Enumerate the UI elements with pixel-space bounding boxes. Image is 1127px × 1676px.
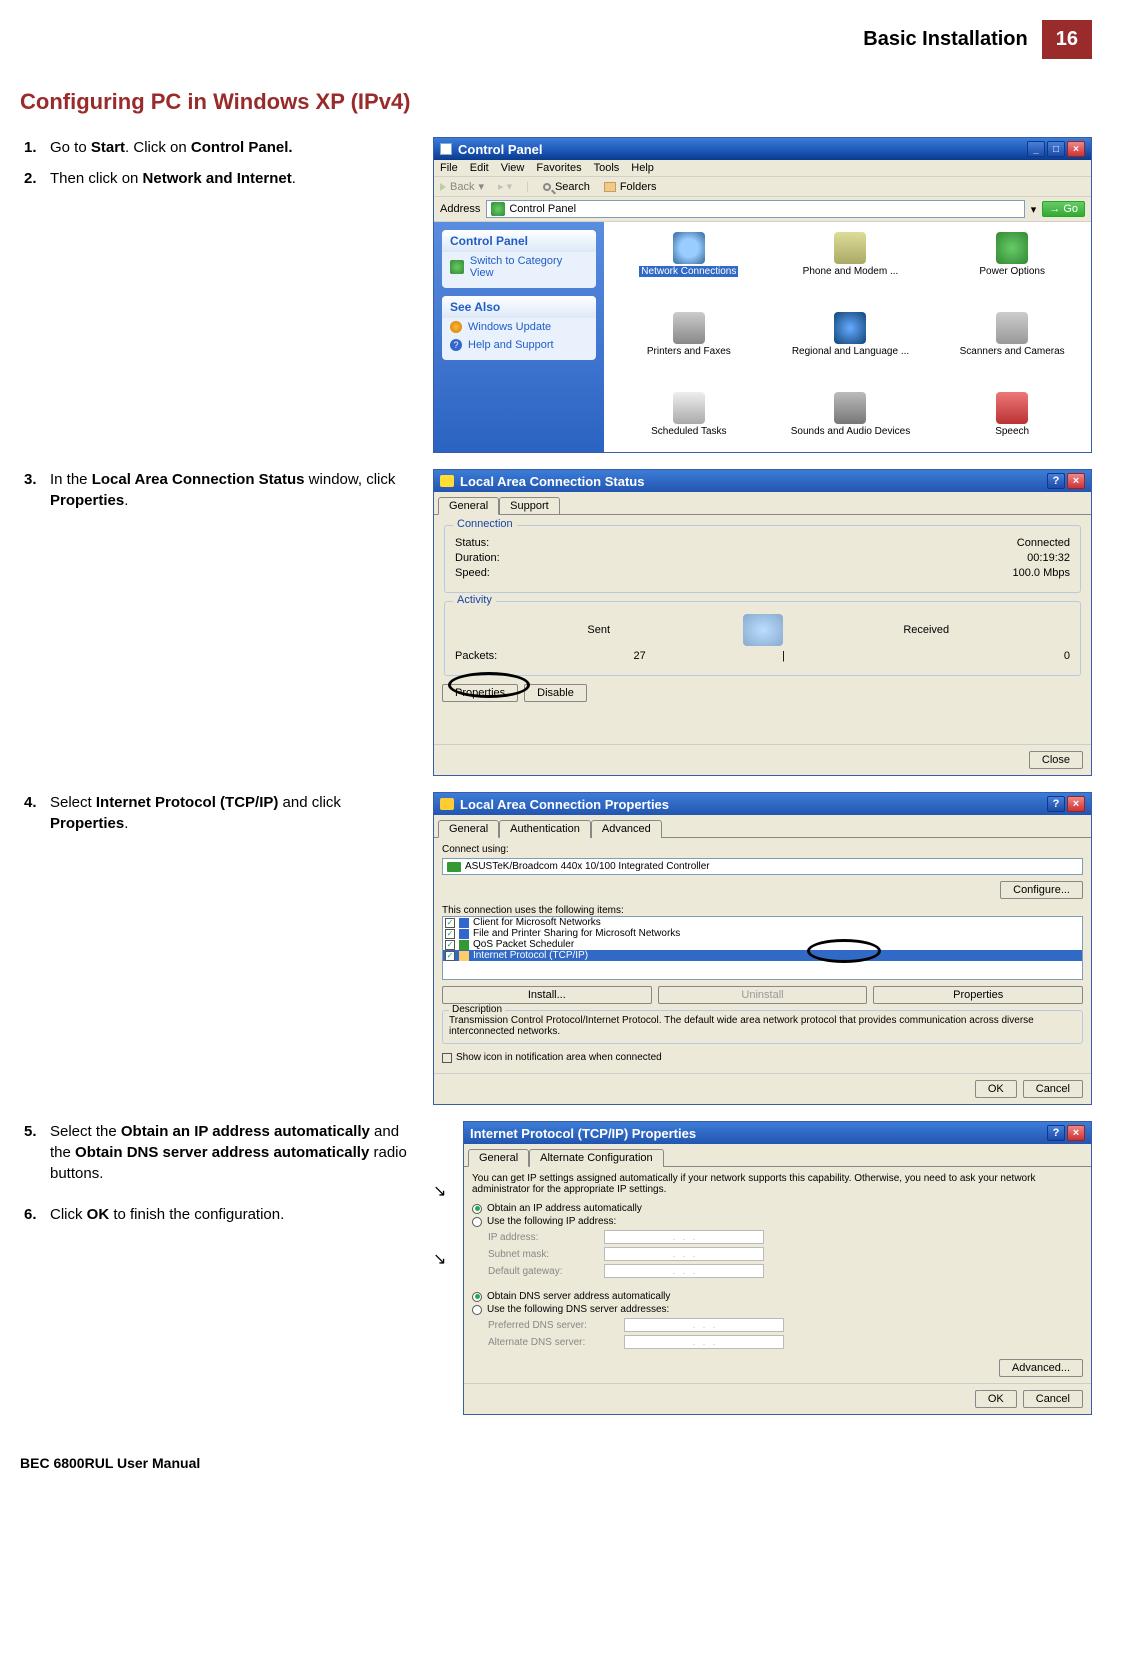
address-bar[interactable]: Address Control Panel ▾ → Go [434,197,1091,222]
maximize-icon[interactable]: □ [1047,141,1065,157]
cancel-button[interactable]: Cancel [1023,1080,1083,1098]
scheduled-tasks-icon[interactable]: Scheduled Tasks [610,392,768,468]
speech-icon[interactable]: Speech [933,392,1091,468]
components-list[interactable]: ✓Client for Microsoft Networks ✓File and… [442,916,1083,980]
search-icon [543,183,551,191]
page-header: Basic Installation 16 [20,20,1092,59]
uninstall-button[interactable]: Uninstall [658,986,868,1004]
phone-modem-icon[interactable]: Phone and Modem ... [772,232,930,308]
use-dns-radio[interactable]: Use the following DNS server addresses: [472,1304,1083,1315]
tab-general[interactable]: General [468,1149,529,1167]
help-icon: ? [450,339,462,351]
search-button: Search [543,181,590,193]
step-5: 5. Select the Obtain an IP address autom… [24,1121,415,1184]
network-connections-icon[interactable]: Network Connections [610,232,768,308]
help-icon[interactable]: ? [1047,1125,1065,1141]
page-number: 16 [1042,20,1092,59]
back-icon [440,183,446,191]
sidebar-panel-seealso: See Also Windows Update ?Help and Suppor… [442,296,596,360]
window-title: Local Area Connection Properties [440,797,669,812]
help-icon[interactable]: ? [1047,473,1065,489]
show-icon-checkbox[interactable] [442,1053,452,1063]
help-icon[interactable]: ? [1047,796,1065,812]
configure-button[interactable]: Configure... [1000,881,1083,899]
step-6: 6. Click OK to finish the configuration. [24,1204,415,1225]
menu-bar[interactable]: FileEditViewFavoritesToolsHelp [434,160,1091,177]
switch-category-link[interactable]: Switch to Category View [442,252,596,282]
folder-icon [604,182,616,192]
control-panel-window: Control Panel _ □ × FileEditViewFavorite… [433,137,1092,453]
activity-icon [743,614,783,646]
update-icon [450,321,462,333]
header-title: Basic Installation [849,20,1042,59]
go-button[interactable]: → Go [1042,201,1085,217]
install-button[interactable]: Install... [442,986,652,1004]
section-heading: Configuring PC in Windows XP (IPv4) [20,89,1092,115]
regional-icon[interactable]: Regional and Language ... [772,312,930,388]
close-icon[interactable]: × [1067,473,1085,489]
tab-advanced[interactable]: Advanced [591,820,662,838]
nic-icon [447,862,461,872]
close-icon[interactable]: × [1067,1125,1085,1141]
power-options-icon[interactable]: Power Options [933,232,1091,308]
sounds-icon[interactable]: Sounds and Audio Devices [772,392,930,468]
annotation-circle [807,939,881,963]
help-support-link[interactable]: ?Help and Support [442,336,596,354]
annotation-arrows: ↘ ↘ [433,1121,463,1415]
sidebar-panel-control: Control Panel Switch to Category View [442,230,596,288]
tab-auth[interactable]: Authentication [499,820,591,838]
close-icon[interactable]: × [1067,141,1085,157]
disable-button[interactable]: Disable [524,684,587,702]
lac-properties-dialog: Local Area Connection Properties ?× Gene… [433,792,1092,1105]
step-2: 2. Then click on Network and Internet. [24,168,415,189]
window-title: Local Area Connection Status [440,474,644,489]
step-3: 3. In the Local Area Connection Status w… [24,469,415,511]
scanners-icon[interactable]: Scanners and Cameras [933,312,1091,388]
window-title: Internet Protocol (TCP/IP) Properties [470,1126,696,1141]
close-icon[interactable]: × [1067,796,1085,812]
step-1: 1. Go to Start. Click on Control Panel. [24,137,415,158]
adapter-field: ASUSTeK/Broadcom 440x 10/100 Integrated … [442,858,1083,875]
ok-button[interactable]: OK [975,1390,1017,1408]
properties-button[interactable]: Properties [873,986,1083,1004]
minimize-icon[interactable]: _ [1027,141,1045,157]
cancel-button[interactable]: Cancel [1023,1390,1083,1408]
toolbar[interactable]: Back ▾ ▸ ▾ | Search Folders [434,177,1091,197]
windows-update-link[interactable]: Windows Update [442,318,596,336]
lac-status-dialog: Local Area Connection Status ?× General … [433,469,1092,776]
forward-button: ▸ ▾ [498,180,512,193]
obtain-ip-auto-radio[interactable]: Obtain an IP address automatically [472,1203,1083,1214]
step-4: 4. Select Internet Protocol (TCP/IP) and… [24,792,415,834]
tcpip-properties-dialog: Internet Protocol (TCP/IP) Properties ?×… [463,1121,1092,1415]
description-box: Description Transmission Control Protoco… [442,1010,1083,1044]
annotation-circle [448,672,530,698]
tab-alternate[interactable]: Alternate Configuration [529,1149,664,1167]
advanced-button[interactable]: Advanced... [999,1359,1083,1377]
tab-general[interactable]: General [438,497,499,515]
folders-button: Folders [604,181,657,193]
tab-support[interactable]: Support [499,497,560,515]
tab-general[interactable]: General [438,820,499,838]
obtain-dns-auto-radio[interactable]: Obtain DNS server address automatically [472,1291,1083,1302]
manual-footer: BEC 6800RUL User Manual [20,1455,1092,1471]
ok-button[interactable]: OK [975,1080,1017,1098]
back-button: Back ▾ [440,180,484,193]
window-title: Control Panel [440,142,543,157]
use-ip-radio[interactable]: Use the following IP address: [472,1216,1083,1227]
dropdown-icon[interactable]: ▾ [1031,203,1037,216]
close-button[interactable]: Close [1029,751,1083,769]
printers-icon[interactable]: Printers and Faxes [610,312,768,388]
